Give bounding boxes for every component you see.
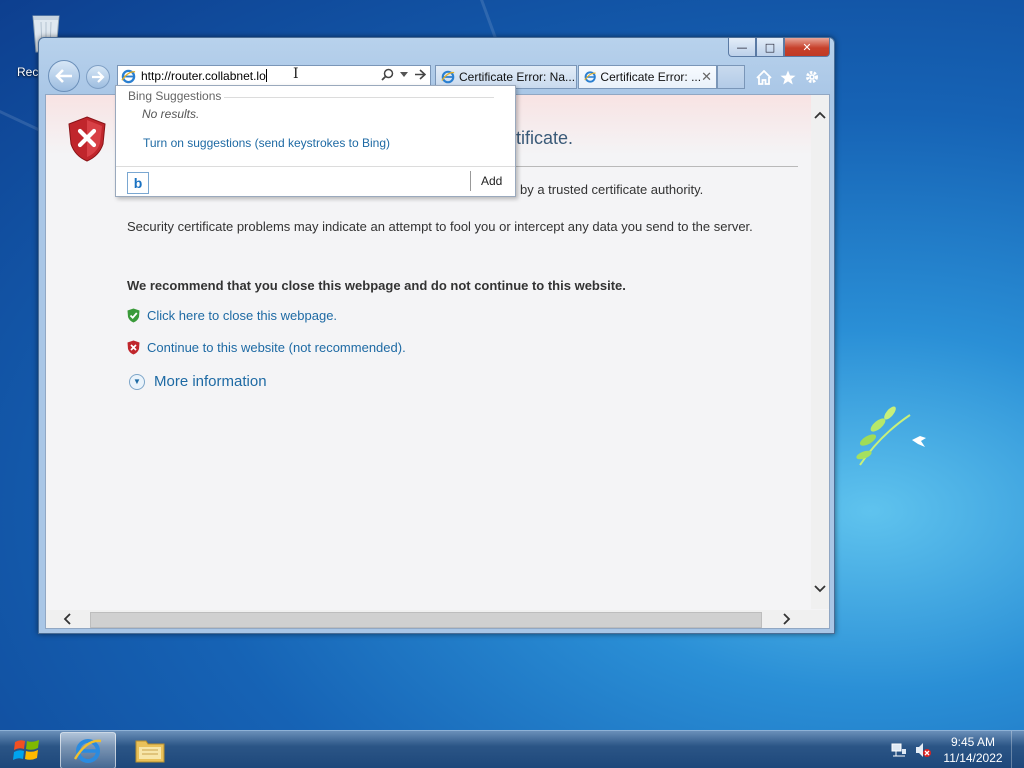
page-description: by a trusted certificate authority. — [520, 182, 704, 197]
horizontal-scrollbar[interactable] — [46, 610, 829, 628]
clock-time: 9:45 AM — [950, 735, 996, 749]
search-icon[interactable] — [381, 68, 394, 81]
taskbar-explorer-button[interactable] — [123, 732, 177, 767]
favorites-button[interactable] — [778, 67, 798, 87]
start-button[interactable] — [0, 731, 54, 768]
home-button[interactable] — [754, 67, 774, 87]
show-desktop-button[interactable] — [1011, 731, 1024, 768]
speaker-muted-icon[interactable] — [914, 742, 932, 758]
chevron-down-icon[interactable] — [400, 71, 408, 78]
ie-tab-icon — [584, 71, 596, 83]
horizontal-scroll-thumb[interactable] — [90, 612, 762, 628]
forward-button[interactable] — [86, 65, 110, 89]
recommendation-text: We recommend that you close this webpage… — [127, 278, 626, 293]
turn-on-suggestions-link[interactable]: Turn on suggestions (send keystrokes to … — [143, 136, 390, 150]
clock-date: 11/14/2022 — [943, 751, 1003, 765]
tab-title: Certificate Error: ... — [600, 70, 702, 84]
taskbar: 9:45 AM 11/14/2022 — [0, 730, 1024, 768]
home-icon — [756, 69, 772, 85]
network-icon[interactable] — [891, 742, 907, 758]
error-shield-small-icon — [127, 340, 140, 355]
more-information-expander[interactable]: ▼ More information — [129, 373, 267, 390]
ie-page-icon — [121, 69, 136, 84]
no-results-text: No results. — [142, 107, 200, 121]
add-provider-button[interactable]: Add — [481, 174, 502, 188]
tools-button[interactable] — [802, 67, 822, 87]
forward-arrow-icon — [92, 71, 105, 83]
scroll-left-icon[interactable] — [63, 613, 71, 625]
tab-close-icon[interactable]: ✕ — [701, 69, 712, 85]
close-webpage-link-text[interactable]: Click here to close this webpage. — [147, 308, 337, 323]
window-controls: — □ ✕ — [728, 38, 830, 58]
wallpaper-leaves — [856, 406, 926, 466]
expand-chevron-icon: ▼ — [129, 373, 145, 390]
page-warning-text: Security certificate problems may indica… — [127, 219, 753, 234]
folder-icon — [135, 740, 165, 762]
vertical-scrollbar[interactable] — [811, 95, 829, 609]
tab-title: Certificate Error: Na... — [459, 70, 576, 84]
tab-certificate-error-2[interactable]: Certificate Error: ... ✕ — [578, 65, 717, 89]
ibeam-cursor-icon: I — [293, 66, 299, 82]
close-icon: ✕ — [802, 40, 812, 54]
maximize-button[interactable]: □ — [756, 38, 784, 57]
error-shield-icon — [68, 116, 106, 162]
taskbar-ie-button[interactable] — [60, 732, 116, 768]
star-icon — [780, 70, 796, 84]
text-caret — [265, 69, 267, 82]
internet-explorer-icon — [73, 738, 102, 763]
minimize-icon: — — [736, 40, 748, 54]
back-button[interactable] — [48, 60, 80, 92]
scroll-right-icon[interactable] — [783, 613, 791, 625]
ie-tab-icon — [441, 70, 455, 84]
address-tools — [381, 68, 426, 81]
gear-icon — [806, 71, 818, 83]
taskbar-clock[interactable]: 9:45 AM 11/14/2022 — [938, 734, 1008, 766]
go-arrow-icon[interactable] — [414, 69, 426, 80]
close-webpage-link[interactable]: Click here to close this webpage. — [127, 308, 337, 323]
bing-icon[interactable]: b — [127, 172, 149, 194]
scroll-down-icon[interactable] — [814, 585, 826, 593]
windows-logo-icon — [13, 740, 39, 760]
minimize-button[interactable]: — — [728, 38, 756, 57]
address-suggestions-dropdown: Bing Suggestions No results. Turn on sug… — [115, 85, 516, 197]
new-tab-button[interactable] — [717, 65, 745, 89]
more-information-label: More information — [154, 373, 267, 390]
suggestions-header-divider — [224, 97, 494, 98]
continue-website-link-text[interactable]: Continue to this website (not recommende… — [147, 340, 406, 355]
address-url[interactable]: http://router.collabnet.lo — [141, 69, 267, 83]
maximize-icon: □ — [764, 40, 776, 54]
scroll-up-icon[interactable] — [814, 111, 826, 119]
suggestions-footer: b Add — [116, 166, 515, 196]
close-window-button[interactable]: ✕ — [784, 38, 830, 57]
ok-shield-icon — [127, 308, 140, 323]
suggestions-header: Bing Suggestions — [128, 89, 222, 103]
back-arrow-icon — [55, 69, 72, 83]
footer-separator — [470, 171, 471, 191]
page-title: tificate. — [516, 128, 574, 148]
continue-website-link[interactable]: Continue to this website (not recommende… — [127, 340, 406, 355]
